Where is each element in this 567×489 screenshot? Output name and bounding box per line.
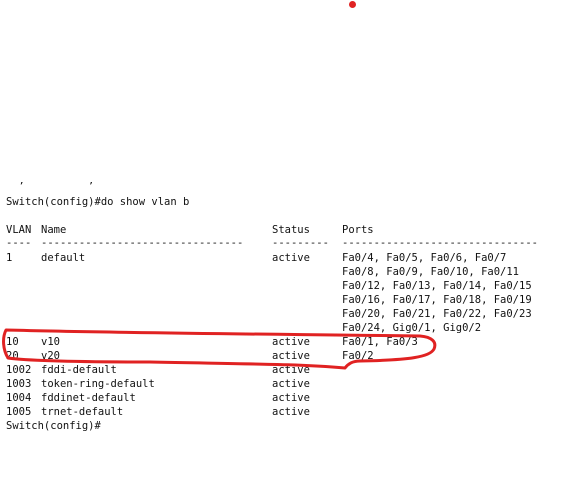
table-header: VLAN Name Status Ports (6, 223, 374, 237)
separator-status: --------- (272, 237, 329, 249)
vlan-id: 20 (6, 350, 19, 362)
table-row: 1003 token-ring-default active (6, 377, 310, 391)
vlan-ports: Fa0/16, Fa0/17, Fa0/18, Fa0/19 (342, 294, 532, 306)
vlan-name: v10 (41, 336, 60, 348)
vlan-name: token-ring-default (41, 378, 155, 390)
vlan-name: fddinet-default (41, 392, 136, 404)
vlan-status: active (272, 406, 310, 418)
vlan-status: active (272, 252, 310, 264)
header-separator: ---- -------------------------------- --… (6, 236, 538, 250)
cut-off-line: , , (6, 182, 146, 188)
vlan-id: 1002 (6, 364, 32, 376)
vlan-status: active (272, 392, 310, 404)
cut-off-text: , , (6, 182, 95, 186)
vlan-ports: Fa0/2 (342, 350, 374, 362)
separator-ports: ------------------------------- (342, 237, 538, 249)
header-vlan: VLAN (6, 224, 32, 236)
ports-continuation: Fa0/24, Gig0/1, Gig0/2 (6, 321, 481, 335)
vlan-status: active (272, 364, 310, 376)
command-prompt[interactable]: Switch(config)# (6, 419, 101, 433)
vlan-ports: Fa0/20, Fa0/21, Fa0/22, Fa0/23 (342, 308, 532, 320)
vlan-status: active (272, 378, 310, 390)
header-status: Status (272, 224, 310, 236)
vlan-ports: Fa0/24, Gig0/1, Gig0/2 (342, 322, 482, 334)
table-row: 1004 fddinet-default active (6, 391, 310, 405)
ports-continuation: Fa0/16, Fa0/17, Fa0/18, Fa0/19 (6, 293, 532, 307)
separator-name: -------------------------------- (41, 237, 244, 249)
header-name: Name (41, 224, 67, 236)
vlan-id: 1005 (6, 406, 32, 418)
vlan-status: active (272, 336, 310, 348)
table-row: 1 default active Fa0/4, Fa0/5, Fa0/6, Fa… (6, 251, 506, 265)
vlan-id: 1 (6, 252, 13, 264)
header-ports: Ports (342, 224, 374, 236)
vlan-id: 10 (6, 336, 19, 348)
vlan-ports: Fa0/4, Fa0/5, Fa0/6, Fa0/7 (342, 252, 507, 264)
table-row: 1005 trnet-default active (6, 405, 310, 419)
vlan-ports: Fa0/1, Fa0/3 (342, 336, 418, 348)
table-row: 20 v20 active Fa0/2 (6, 349, 374, 363)
separator-vlan: ---- (6, 237, 32, 249)
vlan-name: default (41, 252, 86, 264)
table-row: 10 v10 active Fa0/1, Fa0/3 (6, 335, 418, 349)
vlan-id: 1004 (6, 392, 32, 404)
ports-continuation: Fa0/20, Fa0/21, Fa0/22, Fa0/23 (6, 307, 532, 321)
vlan-id: 1003 (6, 378, 32, 390)
command-line: Switch(config)#do show vlan b (6, 196, 190, 208)
vlan-name: fddi-default (41, 364, 117, 376)
vlan-name: v20 (41, 350, 60, 362)
vlan-status: active (272, 350, 310, 362)
vlan-name: trnet-default (41, 406, 124, 418)
terminal-output[interactable]: , , Switch(config)#do show vlan b VLAN N… (6, 0, 567, 436)
ports-continuation: Fa0/12, Fa0/13, Fa0/14, Fa0/15 (6, 279, 532, 293)
table-row: 1002 fddi-default active (6, 363, 310, 377)
vlan-ports: Fa0/8, Fa0/9, Fa0/10, Fa0/11 (342, 266, 520, 278)
ports-continuation: Fa0/8, Fa0/9, Fa0/10, Fa0/11 (6, 265, 519, 279)
vlan-ports: Fa0/12, Fa0/13, Fa0/14, Fa0/15 (342, 280, 532, 292)
